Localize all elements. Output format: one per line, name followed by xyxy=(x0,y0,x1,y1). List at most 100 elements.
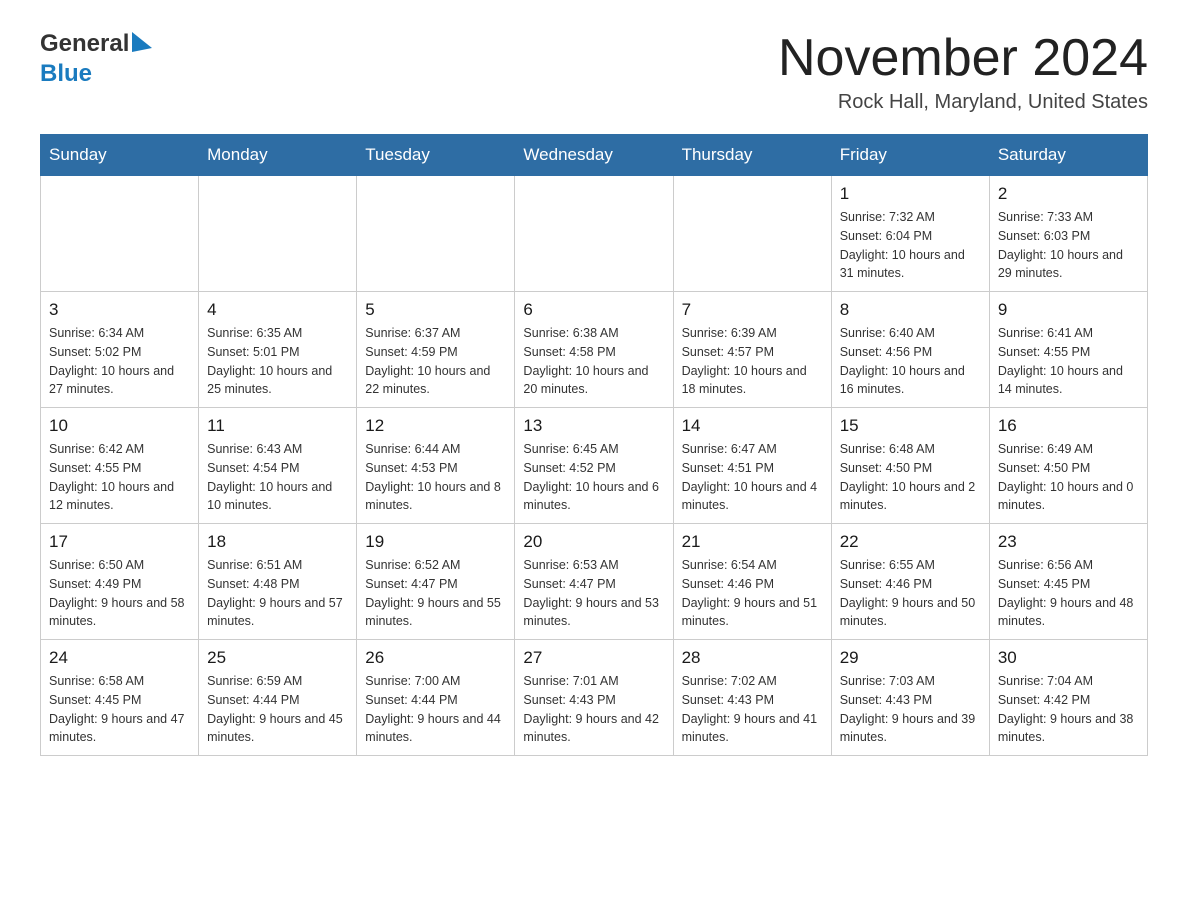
day-info: Sunrise: 6:52 AMSunset: 4:47 PMDaylight:… xyxy=(365,556,506,631)
day-info: Sunrise: 6:56 AMSunset: 4:45 PMDaylight:… xyxy=(998,556,1139,631)
day-info: Sunrise: 7:00 AMSunset: 4:44 PMDaylight:… xyxy=(365,672,506,747)
logo-general-text: General xyxy=(40,30,129,57)
day-number: 22 xyxy=(840,532,981,552)
calendar-cell: 27 Sunrise: 7:01 AMSunset: 4:43 PMDayligh… xyxy=(515,640,673,756)
calendar-week-row: 10Sunrise: 6:42 AMSunset: 4:55 PMDayligh… xyxy=(41,408,1148,524)
calendar-cell: 7 Sunrise: 6:39 AMSunset: 4:57 PMDaylight… xyxy=(673,292,831,408)
calendar-cell: 25 Sunrise: 6:59 AMSunset: 4:44 PMDayligh… xyxy=(199,640,357,756)
day-number: 8 xyxy=(840,300,981,320)
day-info: Sunrise: 7:04 AMSunset: 4:42 PMDaylight:… xyxy=(998,672,1139,747)
calendar-cell: 3Sunrise: 6:34 AMSunset: 5:02 PMDaylight… xyxy=(41,292,199,408)
day-number: 5 xyxy=(365,300,506,320)
calendar-cell: 12Sunrise: 6:44 AMSunset: 4:53 PMDayligh… xyxy=(357,408,515,524)
calendar-cell: 19 Sunrise: 6:52 AMSunset: 4:47 PMDayligh… xyxy=(357,524,515,640)
day-number: 30 xyxy=(998,648,1139,668)
calendar-cell: 8 Sunrise: 6:40 AMSunset: 4:56 PMDaylight… xyxy=(831,292,989,408)
title-area: November 2024 Rock Hall, Maryland, Unite… xyxy=(778,30,1148,114)
day-info: Sunrise: 6:40 AMSunset: 4:56 PMDaylight:… xyxy=(840,324,981,399)
calendar-cell: 10Sunrise: 6:42 AMSunset: 4:55 PMDayligh… xyxy=(41,408,199,524)
col-header-sunday: Sunday xyxy=(41,135,199,176)
calendar-cell: 18Sunrise: 6:51 AMSunset: 4:48 PMDayligh… xyxy=(199,524,357,640)
logo-blue-text: Blue xyxy=(40,60,92,88)
day-info: Sunrise: 7:03 AMSunset: 4:43 PMDaylight:… xyxy=(840,672,981,747)
calendar-cell: 24 Sunrise: 6:58 AMSunset: 4:45 PMDayligh… xyxy=(41,640,199,756)
day-number: 23 xyxy=(998,532,1139,552)
location-subtitle: Rock Hall, Maryland, United States xyxy=(778,91,1148,114)
day-info: Sunrise: 6:41 AMSunset: 4:55 PMDaylight:… xyxy=(998,324,1139,399)
calendar-cell: 13 Sunrise: 6:45 AMSunset: 4:52 PMDayligh… xyxy=(515,408,673,524)
logo-container: General Blue xyxy=(40,30,152,88)
calendar-cell xyxy=(357,176,515,292)
calendar-cell: 23 Sunrise: 6:56 AMSunset: 4:45 PMDayligh… xyxy=(989,524,1147,640)
calendar-cell: 21Sunrise: 6:54 AMSunset: 4:46 PMDayligh… xyxy=(673,524,831,640)
day-info: Sunrise: 6:59 AMSunset: 4:44 PMDaylight:… xyxy=(207,672,348,747)
calendar-cell: 15 Sunrise: 6:48 AMSunset: 4:50 PMDayligh… xyxy=(831,408,989,524)
calendar-cell: 5 Sunrise: 6:37 AMSunset: 4:59 PMDaylight… xyxy=(357,292,515,408)
day-number: 29 xyxy=(840,648,981,668)
day-number: 9 xyxy=(998,300,1139,320)
day-info: Sunrise: 6:54 AMSunset: 4:46 PMDaylight:… xyxy=(682,556,823,631)
day-number: 6 xyxy=(523,300,664,320)
day-number: 16 xyxy=(998,416,1139,436)
day-info: Sunrise: 7:01 AMSunset: 4:43 PMDaylight:… xyxy=(523,672,664,747)
day-info: Sunrise: 7:32 AMSunset: 6:04 PMDaylight:… xyxy=(840,208,981,283)
day-number: 4 xyxy=(207,300,348,320)
month-title: November 2024 xyxy=(778,30,1148,87)
day-info: Sunrise: 6:58 AMSunset: 4:45 PMDaylight:… xyxy=(49,672,190,747)
day-number: 24 xyxy=(49,648,190,668)
col-header-tuesday: Tuesday xyxy=(357,135,515,176)
calendar-header-row: SundayMondayTuesdayWednesdayThursdayFrid… xyxy=(41,135,1148,176)
day-info: Sunrise: 6:49 AMSunset: 4:50 PMDaylight:… xyxy=(998,440,1139,515)
day-number: 14 xyxy=(682,416,823,436)
day-number: 28 xyxy=(682,648,823,668)
calendar-cell: 26 Sunrise: 7:00 AMSunset: 4:44 PMDayligh… xyxy=(357,640,515,756)
calendar-cell: 4 Sunrise: 6:35 AMSunset: 5:01 PMDaylight… xyxy=(199,292,357,408)
day-number: 18 xyxy=(207,532,348,552)
day-info: Sunrise: 6:53 AMSunset: 4:47 PMDaylight:… xyxy=(523,556,664,631)
day-number: 12 xyxy=(365,416,506,436)
calendar-week-row: 17Sunrise: 6:50 AMSunset: 4:49 PMDayligh… xyxy=(41,524,1148,640)
day-number: 15 xyxy=(840,416,981,436)
day-number: 25 xyxy=(207,648,348,668)
calendar-cell xyxy=(199,176,357,292)
day-info: Sunrise: 7:02 AMSunset: 4:43 PMDaylight:… xyxy=(682,672,823,747)
logo-arrow-icon xyxy=(132,32,152,52)
day-number: 13 xyxy=(523,416,664,436)
day-number: 19 xyxy=(365,532,506,552)
day-info: Sunrise: 6:48 AMSunset: 4:50 PMDaylight:… xyxy=(840,440,981,515)
calendar-cell: 6 Sunrise: 6:38 AMSunset: 4:58 PMDaylight… xyxy=(515,292,673,408)
day-number: 3 xyxy=(49,300,190,320)
day-number: 26 xyxy=(365,648,506,668)
calendar-cell: 29 Sunrise: 7:03 AMSunset: 4:43 PMDayligh… xyxy=(831,640,989,756)
day-info: Sunrise: 6:45 AMSunset: 4:52 PMDaylight:… xyxy=(523,440,664,515)
day-number: 11 xyxy=(207,416,348,436)
day-number: 17 xyxy=(49,532,190,552)
col-header-friday: Friday xyxy=(831,135,989,176)
day-info: Sunrise: 6:39 AMSunset: 4:57 PMDaylight:… xyxy=(682,324,823,399)
header: General Blue November 2024 Rock Hall, Ma… xyxy=(40,30,1148,114)
day-number: 7 xyxy=(682,300,823,320)
calendar-cell: 20 Sunrise: 6:53 AMSunset: 4:47 PMDayligh… xyxy=(515,524,673,640)
calendar-cell xyxy=(41,176,199,292)
calendar-cell: 28 Sunrise: 7:02 AMSunset: 4:43 PMDayligh… xyxy=(673,640,831,756)
day-number: 20 xyxy=(523,532,664,552)
calendar-cell: 22Sunrise: 6:55 AMSunset: 4:46 PMDayligh… xyxy=(831,524,989,640)
calendar-cell: 30 Sunrise: 7:04 AMSunset: 4:42 PMDayligh… xyxy=(989,640,1147,756)
col-header-monday: Monday xyxy=(199,135,357,176)
day-info: Sunrise: 6:35 AMSunset: 5:01 PMDaylight:… xyxy=(207,324,348,399)
day-number: 10 xyxy=(49,416,190,436)
calendar-cell: 9 Sunrise: 6:41 AMSunset: 4:55 PMDaylight… xyxy=(989,292,1147,408)
day-info: Sunrise: 6:37 AMSunset: 4:59 PMDaylight:… xyxy=(365,324,506,399)
calendar-cell: 1Sunrise: 7:32 AMSunset: 6:04 PMDaylight… xyxy=(831,176,989,292)
col-header-thursday: Thursday xyxy=(673,135,831,176)
calendar-cell: 2Sunrise: 7:33 AMSunset: 6:03 PMDaylight… xyxy=(989,176,1147,292)
day-number: 2 xyxy=(998,184,1139,204)
calendar-cell: 11Sunrise: 6:43 AMSunset: 4:54 PMDayligh… xyxy=(199,408,357,524)
day-number: 27 xyxy=(523,648,664,668)
calendar-week-row: 24 Sunrise: 6:58 AMSunset: 4:45 PMDayligh… xyxy=(41,640,1148,756)
day-info: Sunrise: 6:38 AMSunset: 4:58 PMDaylight:… xyxy=(523,324,664,399)
calendar-week-row: 1Sunrise: 7:32 AMSunset: 6:04 PMDaylight… xyxy=(41,176,1148,292)
calendar-cell: 17Sunrise: 6:50 AMSunset: 4:49 PMDayligh… xyxy=(41,524,199,640)
calendar-cell: 14Sunrise: 6:47 AMSunset: 4:51 PMDayligh… xyxy=(673,408,831,524)
calendar-table: SundayMondayTuesdayWednesdayThursdayFrid… xyxy=(40,134,1148,756)
